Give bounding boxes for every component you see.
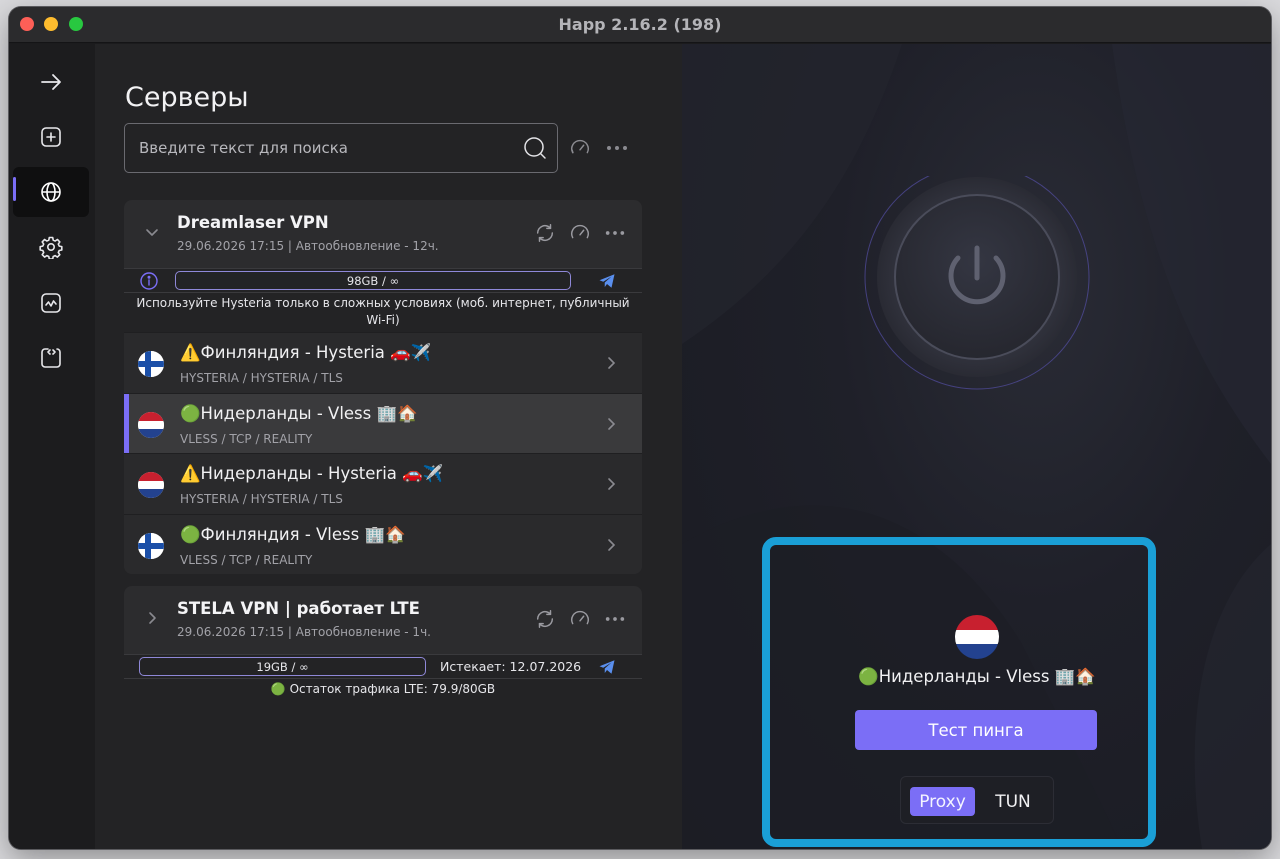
active-nav-indicator [13, 177, 16, 201]
sidebar-item-settings[interactable] [13, 222, 89, 272]
refresh-icon[interactable] [534, 222, 556, 244]
page-title: Серверы [125, 82, 249, 113]
arrow-right-icon [41, 74, 61, 90]
netherlands-flag-icon [138, 411, 164, 438]
chevron-right-icon[interactable] [604, 537, 618, 553]
globe-icon [41, 182, 61, 202]
usage-row: 19GB / ∞ Истекает: 12.07.2026 [124, 654, 642, 678]
server-row[interactable]: ⚠️Финляндия - Hysteria 🚗✈️ HYSTERIA / HY… [124, 332, 642, 393]
sidebar-item-servers[interactable] [13, 167, 89, 217]
group-subtitle: 29.06.2026 17:15 | Автообновление - 1ч. [177, 625, 431, 639]
group-name: Dreamlaser VPN [177, 213, 329, 232]
refresh-icon[interactable] [534, 608, 556, 630]
group-header[interactable]: STELA VPN | работает LTE 29.06.2026 17:1… [124, 586, 642, 654]
finland-flag-icon [138, 351, 164, 377]
search-field[interactable] [124, 123, 558, 173]
chevron-right-icon[interactable] [142, 608, 162, 628]
servers-panel: Серверы Dreamlaser VPN 29.06.2026 17:15 … [95, 44, 682, 849]
group-name: STELA VPN | работает LTE [177, 599, 420, 618]
sidebar-item-stats[interactable] [13, 278, 89, 328]
server-protocol: VLESS / TCP / REALITY [180, 552, 313, 567]
netherlands-flag-icon [138, 472, 164, 498]
sidebar: i [9, 44, 95, 849]
more-options-icon[interactable] [605, 138, 629, 158]
mode-toggle: Proxy TUN [900, 776, 1054, 824]
search-icon[interactable] [523, 136, 547, 160]
netherlands-flag-icon [955, 615, 999, 659]
title-bar: Happ 2.16.2 (198) [9, 7, 1271, 43]
search-input[interactable] [139, 136, 509, 160]
activity-chart-icon [41, 293, 61, 313]
server-name: 🟢Нидерланды - Vless 🏢🏠 [180, 403, 418, 423]
traffic-usage-bar: 98GB / ∞ [175, 271, 571, 290]
group-note: Используйте Hysteria только в сложных ус… [124, 292, 642, 332]
chevron-down-icon[interactable] [142, 222, 162, 242]
expiry-date: Истекает: 12.07.2026 [440, 659, 582, 674]
chevron-right-icon[interactable] [604, 355, 618, 371]
group-header[interactable]: Dreamlaser VPN 29.06.2026 17:15 | Автооб… [124, 200, 642, 268]
server-name: ⚠️Финляндия - Hysteria 🚗✈️ [180, 343, 432, 362]
selected-server-name: 🟢Нидерланды - Vless 🏢🏠 [858, 667, 1096, 686]
traffic-usage-bar: 19GB / ∞ [139, 657, 426, 676]
app-window: Happ 2.16.2 (198) i Серверы [9, 7, 1271, 849]
server-protocol: HYSTERIA / HYSTERIA / TLS [180, 371, 343, 385]
finland-flag-icon [138, 532, 164, 559]
speedometer-icon[interactable] [569, 222, 591, 244]
server-row[interactable]: 🟢Финляндия - Vless 🏢🏠 VLESS / TCP / REAL… [124, 513, 642, 574]
window-title: Happ 2.16.2 (198) [558, 15, 722, 34]
info-circle-icon[interactable] [139, 271, 159, 291]
sidebar-item-add[interactable] [13, 112, 89, 162]
chevron-right-icon[interactable] [604, 416, 618, 432]
server-name: 🟢Финляндия - Vless 🏢🏠 [180, 524, 406, 544]
power-button[interactable] [862, 176, 1092, 406]
ping-test-button[interactable]: Тест пинга [855, 710, 1097, 750]
add-square-icon [41, 127, 61, 147]
subscription-group: Dreamlaser VPN 29.06.2026 17:15 | Автооб… [124, 200, 642, 574]
server-protocol: VLESS / TCP / REALITY [180, 431, 313, 446]
telegram-send-icon[interactable] [598, 272, 616, 290]
server-row[interactable]: 🟢Нидерланды - Vless 🏢🏠 VLESS / TCP / REA… [124, 392, 642, 453]
mode-tun-option[interactable]: TUN [985, 787, 1041, 816]
sidebar-item-connect[interactable] [13, 57, 89, 107]
server-row[interactable]: ⚠️Нидерланды - Hysteria 🚗✈️ HYSTERIA / H… [124, 453, 642, 514]
mode-proxy-option[interactable]: Proxy [910, 787, 975, 816]
more-options-icon[interactable] [604, 222, 626, 244]
server-protocol: HYSTERIA / HYSTERIA / TLS [180, 492, 343, 506]
subscription-group: STELA VPN | работает LTE 29.06.2026 17:1… [124, 586, 642, 701]
group-subtitle: 29.06.2026 17:15 | Автообновление - 12ч. [177, 239, 439, 253]
usage-row: 98GB / ∞ [124, 268, 642, 292]
chevron-right-icon[interactable] [604, 476, 618, 492]
sidebar-item-routing[interactable] [13, 333, 89, 383]
gear-icon [39, 236, 63, 259]
group-note: 🟢 Остаток трафика LTE: 79.9/80GB [124, 678, 642, 701]
server-name: ⚠️Нидерланды - Hysteria 🚗✈️ [180, 464, 444, 483]
connection-panel: 🟢Нидерланды - Vless 🏢🏠 Тест пинга Proxy … [682, 44, 1271, 849]
speedometer-icon[interactable] [569, 608, 591, 630]
more-options-icon[interactable] [604, 608, 626, 630]
telegram-send-icon[interactable] [598, 658, 616, 676]
code-bracket-icon [41, 348, 61, 368]
speedometer-icon[interactable] [569, 137, 591, 159]
